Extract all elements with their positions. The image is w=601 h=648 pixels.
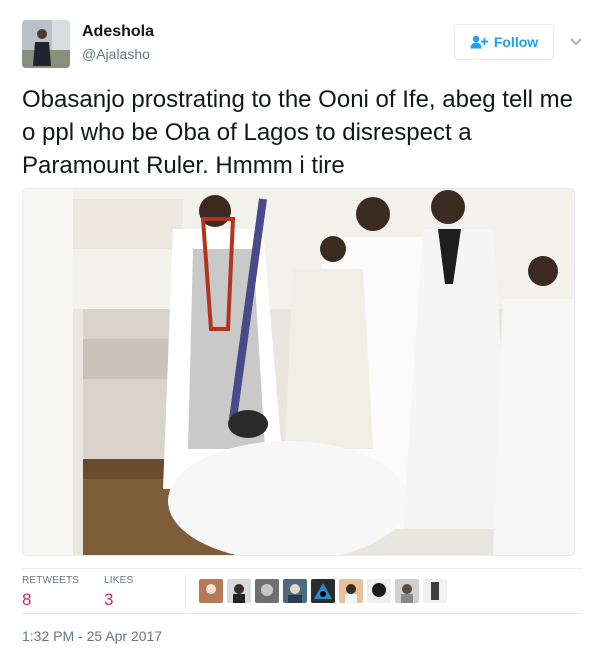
author-names: Adeshola @Ajalasho (82, 22, 154, 64)
stats-divider (185, 575, 186, 609)
liker-avatar[interactable] (199, 579, 223, 603)
tweet-stats: RETWEETS 8 LIKES 3 (22, 568, 582, 614)
liker-avatar[interactable] (283, 579, 307, 603)
liker-avatars (199, 579, 447, 603)
tweet-header: Adeshola @Ajalasho Follow (22, 20, 582, 68)
retweets-count: 8 (22, 590, 32, 609)
tweet-text: Obasanjo prostrating to the Ooni of Ife,… (22, 86, 573, 179)
likes-count: 3 (104, 590, 114, 609)
retweets-stat[interactable]: RETWEETS 8 (22, 575, 79, 610)
liker-avatar[interactable] (339, 579, 363, 603)
tweet-photo[interactable] (22, 188, 575, 556)
likes-label: LIKES (104, 575, 134, 586)
tweet-timestamp[interactable]: 1:32 PM - 25 Apr 2017 (22, 628, 162, 644)
author-display-name[interactable]: Adeshola (82, 22, 154, 42)
liker-avatar[interactable] (367, 579, 391, 603)
liker-avatar[interactable] (395, 579, 419, 603)
likes-stat[interactable]: LIKES 3 (104, 575, 133, 610)
liker-avatar[interactable] (311, 579, 335, 603)
man-far-right (493, 256, 574, 555)
author-handle[interactable]: @Ajalasho (82, 44, 154, 64)
retweets-label: RETWEETS (22, 575, 80, 586)
liker-avatar[interactable] (255, 579, 279, 603)
follow-button[interactable]: Follow (454, 24, 554, 60)
follow-button-label: Follow (493, 34, 539, 50)
author-avatar[interactable] (22, 20, 70, 68)
follow-person-plus-icon (470, 35, 488, 49)
liker-avatar[interactable] (227, 579, 251, 603)
liker-avatar[interactable] (423, 579, 447, 603)
chevron-down-icon[interactable] (568, 33, 584, 49)
